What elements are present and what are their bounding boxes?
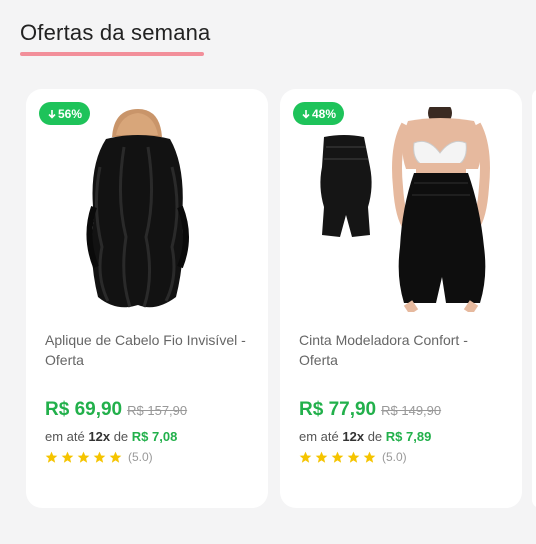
- section-title: Ofertas da semana: [20, 20, 211, 45]
- arrow-down-icon: [48, 109, 56, 119]
- installment-info: em até 12x de R$ 7,08: [45, 429, 177, 444]
- rating-value: (5.0): [382, 450, 407, 464]
- star-icon: [299, 451, 312, 463]
- arrow-down-icon: [302, 109, 310, 119]
- star-icon: [363, 451, 376, 463]
- star-icon: [77, 451, 90, 463]
- product-name[interactable]: Aplique de Cabelo Fio Invisível - Oferta: [45, 330, 255, 370]
- current-price: R$ 69,90: [45, 399, 123, 420]
- title-underline: [20, 52, 204, 56]
- product-card[interactable]: 48% Cinta Modeladora Confort - Oferta R$…: [280, 89, 522, 508]
- rating: (5.0): [45, 450, 153, 464]
- star-icon: [93, 451, 106, 463]
- installment-prefix: em até: [45, 429, 85, 444]
- star-icon: [331, 451, 344, 463]
- star-icon: [315, 451, 328, 463]
- shapewear-image[interactable]: [290, 107, 512, 312]
- installment-info: em até 12x de R$ 7,89: [299, 429, 431, 444]
- discount-badge: 48%: [293, 102, 345, 125]
- rating-value: (5.0): [128, 450, 153, 464]
- installment-value: R$ 7,89: [385, 429, 432, 444]
- installment-mid: de: [367, 429, 383, 444]
- current-price: R$ 77,90: [299, 399, 377, 420]
- product-card[interactable]: 56% Aplique de Cabelo Fio Invisível - Of…: [26, 89, 268, 508]
- old-price: R$ 149,90: [381, 403, 442, 418]
- installment-prefix: em até: [299, 429, 339, 444]
- star-icon: [45, 451, 58, 463]
- price-row: R$ 77,90 R$ 149,90: [299, 399, 441, 421]
- star-icon: [61, 451, 74, 463]
- next-card-peek[interactable]: [532, 89, 536, 508]
- hair-extension-image[interactable]: [36, 107, 258, 312]
- discount-value: 56%: [58, 106, 83, 121]
- rating: (5.0): [299, 450, 407, 464]
- price-row: R$ 69,90 R$ 157,90: [45, 399, 187, 421]
- old-price: R$ 157,90: [127, 403, 188, 418]
- installment-count: 12x: [88, 429, 111, 444]
- product-name[interactable]: Cinta Modeladora Confort - Oferta: [299, 330, 509, 370]
- star-icon: [347, 451, 360, 463]
- star-icon: [109, 451, 122, 463]
- installment-value: R$ 7,08: [131, 429, 178, 444]
- discount-value: 48%: [312, 106, 337, 121]
- discount-badge: 56%: [39, 102, 91, 125]
- installment-mid: de: [113, 429, 129, 444]
- installment-count: 12x: [342, 429, 365, 444]
